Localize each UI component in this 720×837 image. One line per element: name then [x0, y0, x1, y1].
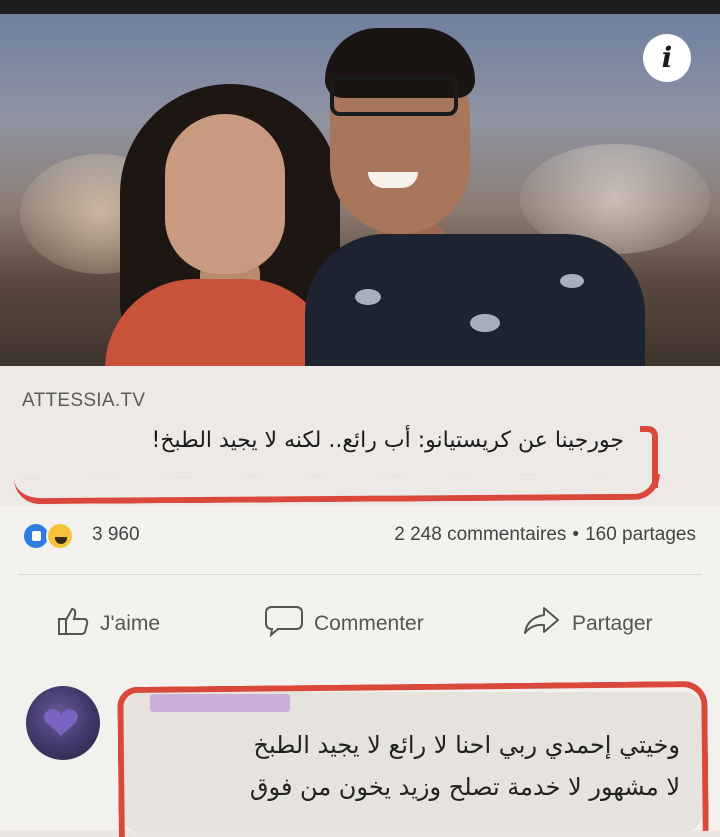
thumbs-up-icon [56, 606, 90, 642]
action-bar: J'aime Commenter Partager [0, 566, 720, 674]
comments-shares: 2 248 commentaires • 160 partages [394, 524, 696, 546]
post-photo[interactable]: i [0, 14, 720, 366]
link-headline[interactable]: جورجينا عن كريستيانو: أب رائع.. لكنه لا … [152, 428, 624, 453]
woman-face [165, 114, 285, 274]
separator-dot: • [572, 524, 580, 545]
share-button[interactable]: Partager [522, 604, 653, 644]
engagement-stats: 3 960 2 248 commentaires • 160 partages [0, 506, 720, 566]
share-arrow-icon [522, 605, 562, 643]
divider [18, 574, 702, 575]
comments-count[interactable]: 2 248 commentaires [394, 524, 566, 545]
shares-count[interactable]: 160 partages [585, 524, 696, 545]
red-annotation-underline [13, 473, 661, 505]
speech-bubble-icon [264, 605, 304, 643]
haha-icon [46, 522, 74, 550]
red-annotation-box [117, 680, 709, 837]
heart-icon [44, 709, 78, 736]
glasses [330, 76, 458, 116]
info-icon[interactable]: i [643, 34, 691, 82]
shirt-print-pattern [560, 274, 584, 288]
comment-label: Commenter [314, 612, 424, 635]
like-label: J'aime [100, 612, 161, 635]
comment-button[interactable]: Commenter [264, 604, 424, 644]
reaction-count[interactable]: 3 960 [92, 524, 140, 546]
link-preview-card[interactable]: ATTESSIA.TV جورجينا عن كريستيانو: أب رائ… [0, 366, 720, 506]
top-status-bar [0, 0, 720, 14]
share-label: Partager [572, 612, 653, 635]
comment-section: وخيتي إحمدي ربي احنا لا رائع لا يجيد الط… [0, 674, 720, 837]
like-button[interactable]: J'aime [56, 604, 160, 644]
link-source: ATTESSIA.TV [22, 390, 146, 411]
shirt-print-pattern [470, 314, 500, 332]
shirt-print-pattern [355, 289, 381, 305]
